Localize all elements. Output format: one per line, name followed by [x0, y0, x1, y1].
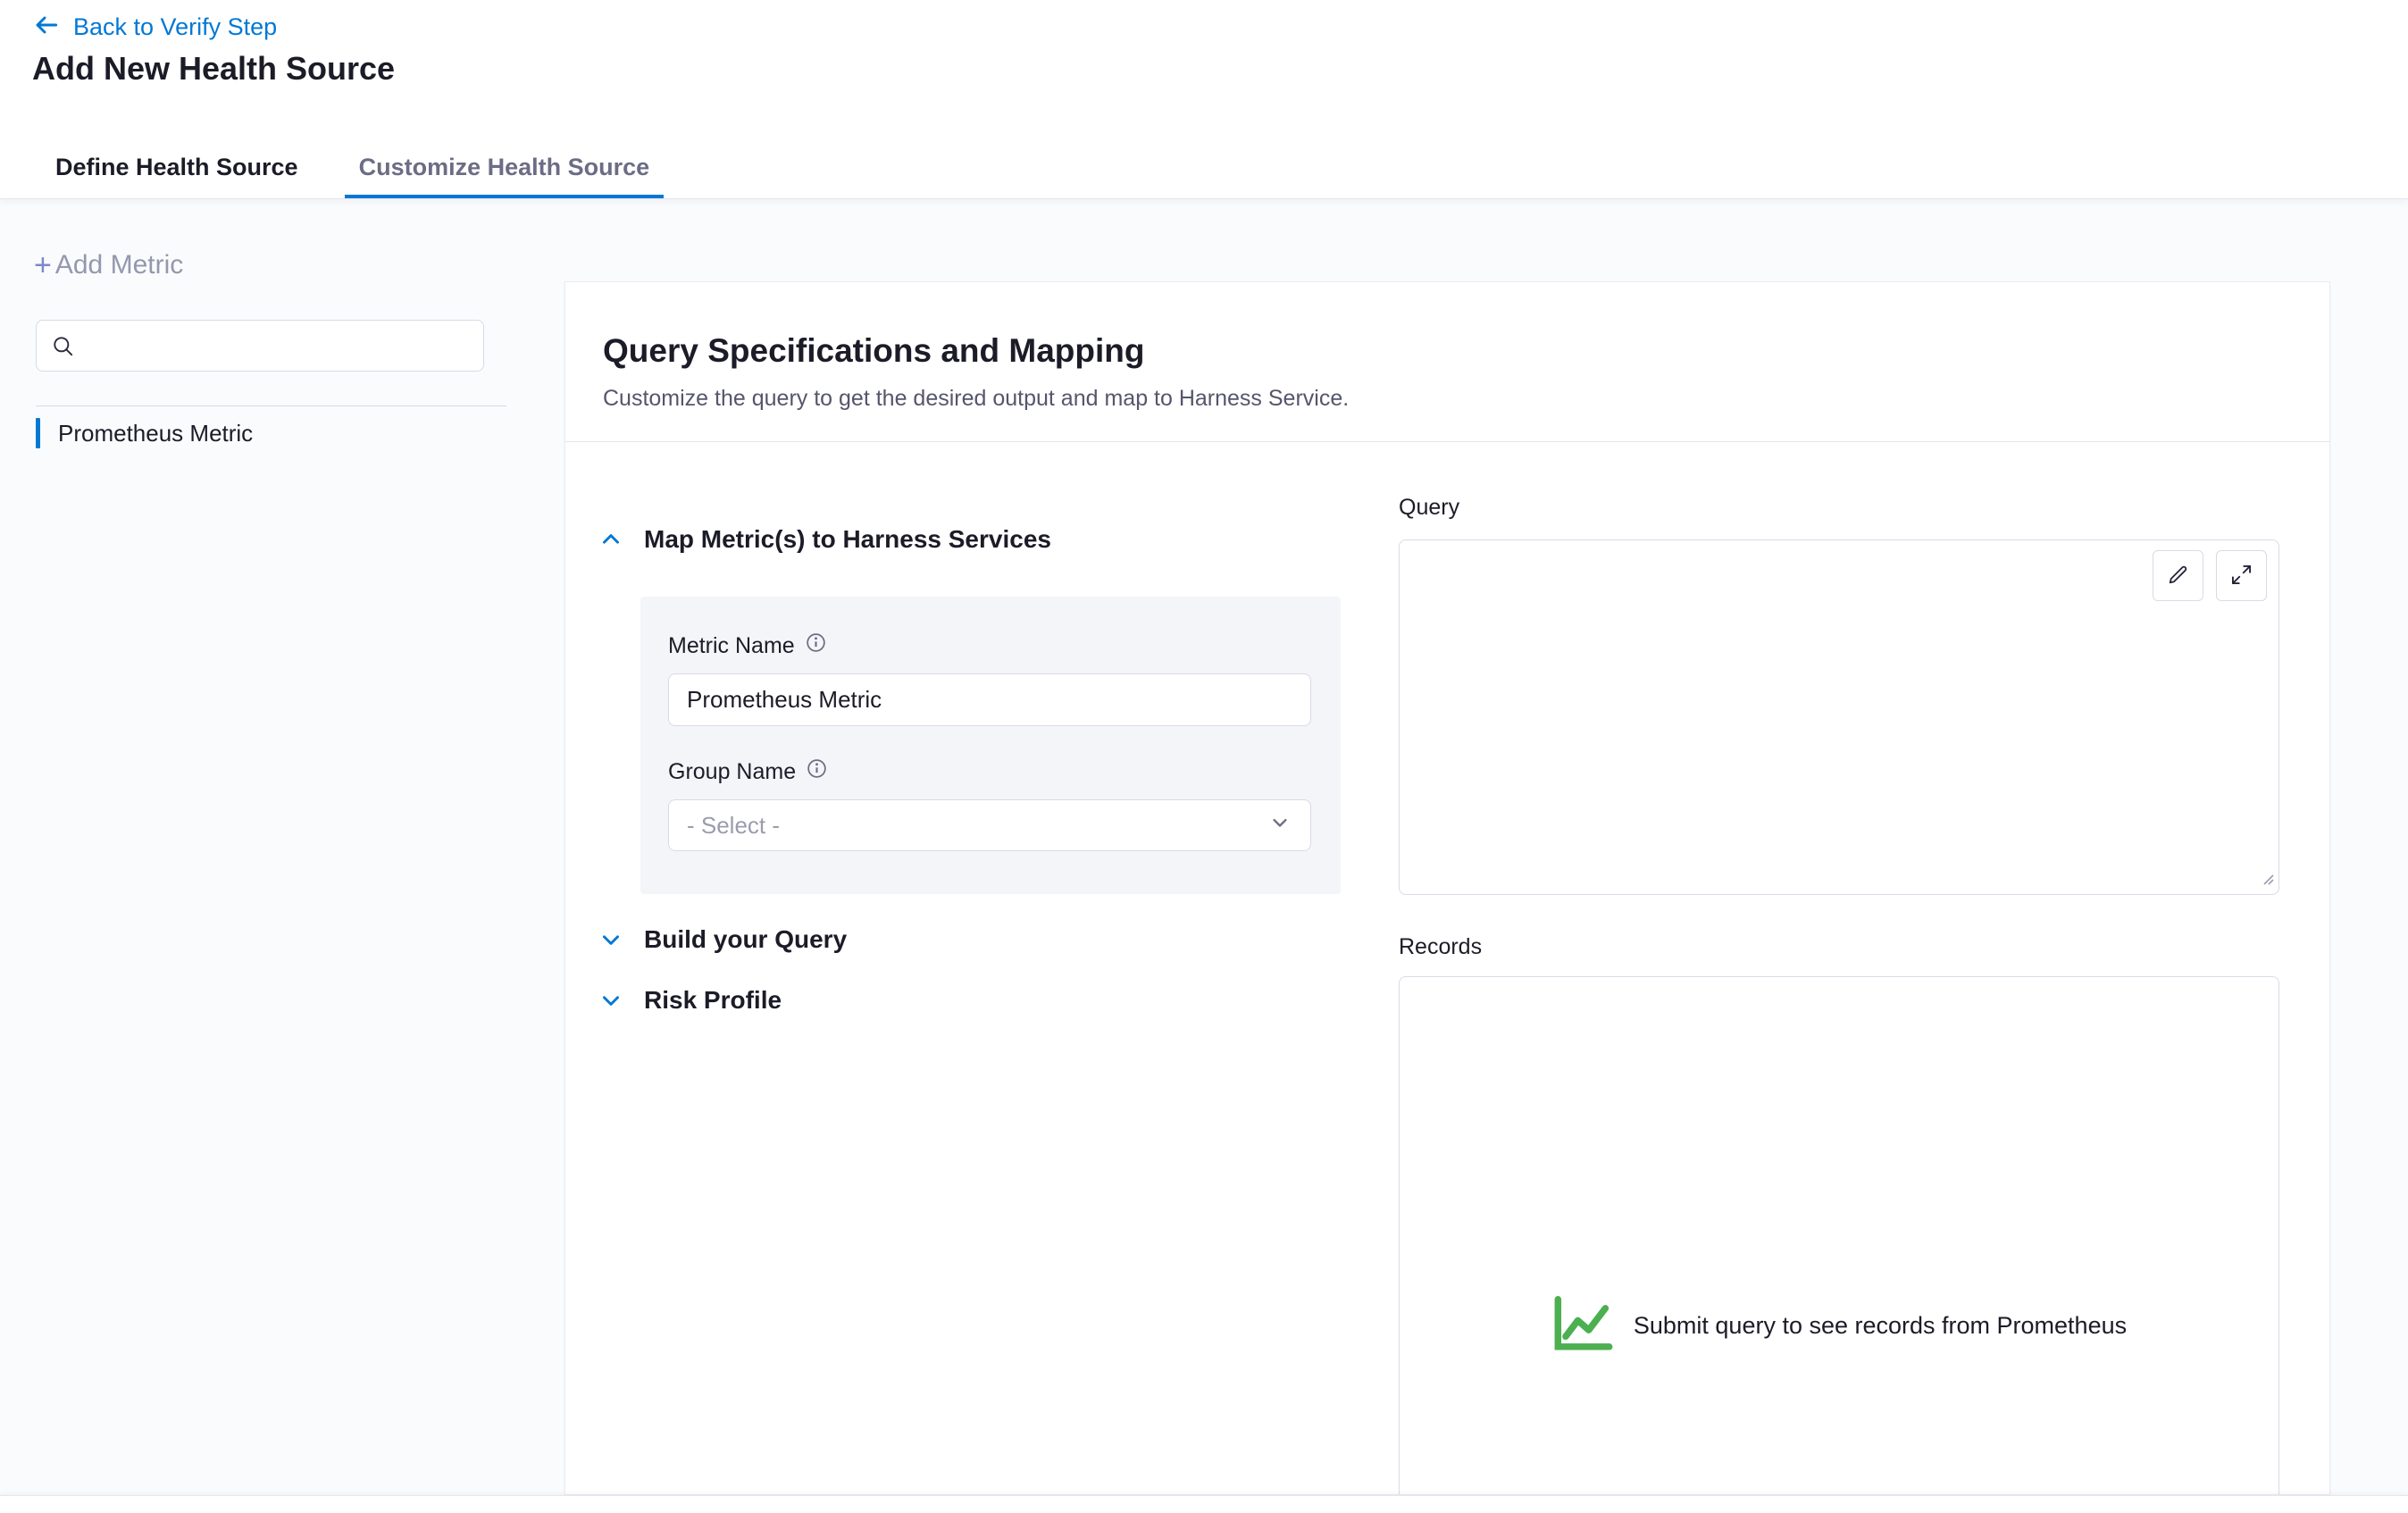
- metric-search-box: [36, 320, 484, 372]
- group-name-label: Group Name: [668, 758, 1313, 785]
- card-divider: [565, 441, 2329, 442]
- page-title: Add New Health Source: [32, 50, 395, 88]
- page-header: Back to Verify Step Add New Health Sourc…: [0, 0, 2408, 198]
- back-arrow-icon[interactable]: [32, 11, 61, 44]
- query-editor: [1399, 539, 2279, 895]
- section-map-metrics-label: Map Metric(s) to Harness Services: [644, 525, 1051, 554]
- add-metric-label: Add Metric: [55, 250, 183, 280]
- section-map-metrics[interactable]: Map Metric(s) to Harness Services: [598, 525, 1051, 554]
- back-row: Back to Verify Step: [32, 11, 277, 44]
- resize-handle[interactable]: [2259, 870, 2275, 890]
- metric-name-input[interactable]: [668, 673, 1311, 726]
- records-label: Records: [1399, 934, 1482, 960]
- section-build-query[interactable]: Build your Query: [598, 925, 847, 954]
- search-input[interactable]: [75, 321, 483, 371]
- query-actions: [2153, 550, 2267, 601]
- query-textarea[interactable]: [1399, 539, 2279, 895]
- sidebar-divider: [36, 405, 506, 406]
- chevron-up-icon: [598, 526, 624, 553]
- tab-customize-health-source[interactable]: Customize Health Source: [345, 139, 665, 198]
- search-icon: [51, 334, 75, 358]
- chevron-down-icon: [598, 926, 624, 953]
- metric-mapping-panel: Metric Name Group Name - Select -: [640, 597, 1341, 894]
- plus-icon: +: [34, 252, 52, 279]
- add-metric-button[interactable]: + Add Metric: [34, 250, 183, 280]
- group-name-select[interactable]: - Select -: [668, 799, 1311, 851]
- edit-query-button[interactable]: [2153, 550, 2203, 601]
- records-empty-state: Submit query to see records from Prometh…: [1551, 1294, 2127, 1358]
- selected-indicator: [36, 418, 40, 448]
- chevron-down-icon: [1267, 810, 1292, 841]
- info-icon[interactable]: [806, 632, 826, 659]
- card-subtitle: Customize the query to get the desired o…: [603, 386, 1349, 412]
- metric-name-label: Metric Name: [668, 632, 1313, 659]
- section-build-query-label: Build your Query: [644, 925, 847, 954]
- metric-list-item[interactable]: Prometheus Metric: [36, 414, 500, 452]
- group-name-select-value: - Select -: [687, 812, 780, 840]
- pencil-icon: [2166, 563, 2190, 589]
- records-panel: Submit query to see records from Prometh…: [1399, 976, 2279, 1495]
- query-specifications-card: Query Specifications and Mapping Customi…: [564, 281, 2330, 1495]
- records-empty-message: Submit query to see records from Prometh…: [1634, 1312, 2127, 1340]
- section-risk-profile[interactable]: Risk Profile: [598, 986, 782, 1015]
- footer-bar: [0, 1495, 2408, 1513]
- fullscreen-icon: [2229, 563, 2253, 589]
- tab-define-health-source[interactable]: Define Health Source: [41, 139, 313, 198]
- tab-bar: Define Health Source Customize Health So…: [0, 139, 664, 198]
- metric-item-label: Prometheus Metric: [58, 420, 253, 447]
- expand-query-button[interactable]: [2216, 550, 2267, 601]
- info-icon[interactable]: [807, 758, 827, 785]
- query-label: Query: [1399, 495, 1459, 521]
- line-chart-icon: [1551, 1294, 1616, 1358]
- metrics-sidebar: + Add Metric Prometheus Metric: [0, 198, 564, 1495]
- back-link[interactable]: Back to Verify Step: [73, 13, 277, 41]
- chevron-down-icon: [598, 987, 624, 1014]
- section-risk-profile-label: Risk Profile: [644, 986, 782, 1015]
- card-title: Query Specifications and Mapping: [603, 332, 1145, 370]
